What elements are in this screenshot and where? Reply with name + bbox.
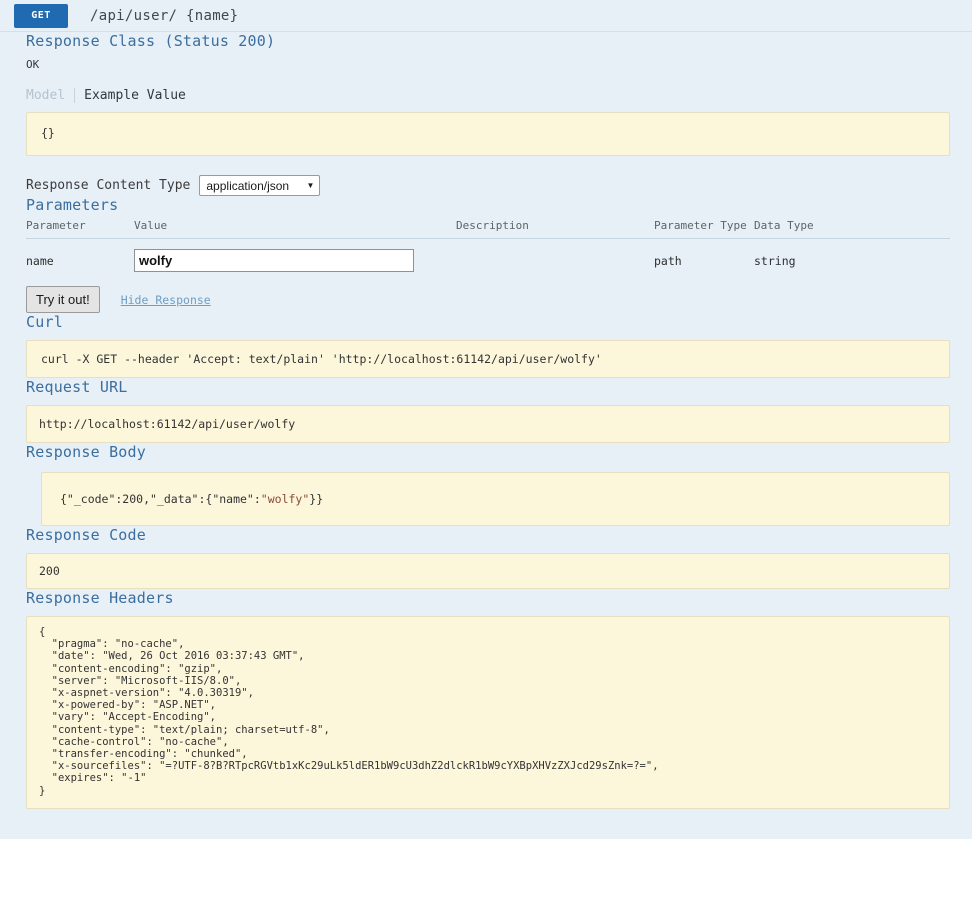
bottom-spacer — [26, 809, 950, 835]
curl-command-box: curl -X GET --header 'Accept: text/plain… — [26, 340, 950, 378]
request-url-box: http://localhost:61142/api/user/wolfy — [26, 405, 950, 443]
parameters-table-header-row: Parameter Value Description Parameter Ty… — [26, 219, 950, 239]
curl-title: Curl — [26, 313, 63, 331]
response-class-status-note: OK — [26, 58, 40, 71]
hide-response-link[interactable]: Hide Response — [121, 293, 211, 307]
submit-row: Try it out! Hide Response — [26, 286, 950, 313]
column-header-parameter: Parameter — [26, 219, 134, 239]
parameters-table: Parameter Value Description Parameter Ty… — [26, 219, 950, 282]
response-content-type-select[interactable]: application/json ▼ — [199, 175, 321, 196]
parameter-name-cell: name — [26, 253, 54, 268]
response-body-suffix: }} — [309, 492, 324, 506]
operation-content: Response Class (Status 200) OK Model Exa… — [0, 32, 972, 839]
column-header-parameter-type: Parameter Type — [654, 219, 754, 239]
parameter-data-type-cell: string — [754, 253, 796, 268]
parameter-description-cell — [456, 239, 654, 283]
parameters-title: Parameters — [26, 196, 119, 214]
tab-example-value[interactable]: Example Value — [74, 88, 195, 103]
parameter-value-cell — [134, 239, 456, 283]
example-value-box: {} — [26, 112, 950, 156]
column-header-description: Description — [456, 219, 654, 239]
response-content-type-row: Response Content Type application/json ▼ — [26, 175, 950, 196]
response-class-title: Response Class (Status 200) — [26, 32, 276, 50]
model-example-tabs: Model Example Value — [26, 88, 950, 103]
http-method-badge: GET — [14, 3, 68, 28]
response-code-box: 200 — [26, 553, 950, 589]
response-body-box: {"_code":200,"_data":{"name":"wolfy"}} — [41, 472, 950, 526]
response-body-highlight: "wolfy" — [260, 492, 310, 506]
api-operation-panel: GET /api/user/ {name} Response Class (St… — [0, 0, 972, 839]
column-header-value: Value — [134, 219, 456, 239]
response-content-type-value: application/json — [206, 178, 290, 193]
operation-header[interactable]: GET /api/user/ {name} — [0, 0, 972, 32]
operation-path: /api/user/ {name} — [90, 7, 239, 24]
chevron-down-icon: ▼ — [306, 181, 315, 190]
parameter-type-cell: path — [654, 253, 682, 268]
try-it-out-button[interactable]: Try it out! — [26, 286, 100, 313]
tab-model[interactable]: Model — [26, 88, 74, 103]
response-content-type-label: Response Content Type — [26, 178, 191, 193]
response-code-title: Response Code — [26, 526, 146, 544]
table-row: name path string — [26, 239, 950, 283]
request-url-title: Request URL — [26, 378, 128, 396]
parameter-value-input[interactable] — [134, 249, 414, 272]
response-body-title: Response Body — [26, 443, 146, 461]
column-header-data-type: Data Type — [754, 219, 950, 239]
response-headers-title: Response Headers — [26, 589, 174, 607]
response-body-prefix: {"_code":200,"_data":{"name": — [60, 492, 261, 506]
response-headers-box: { "pragma": "no-cache", "date": "Wed, 26… — [26, 616, 950, 809]
